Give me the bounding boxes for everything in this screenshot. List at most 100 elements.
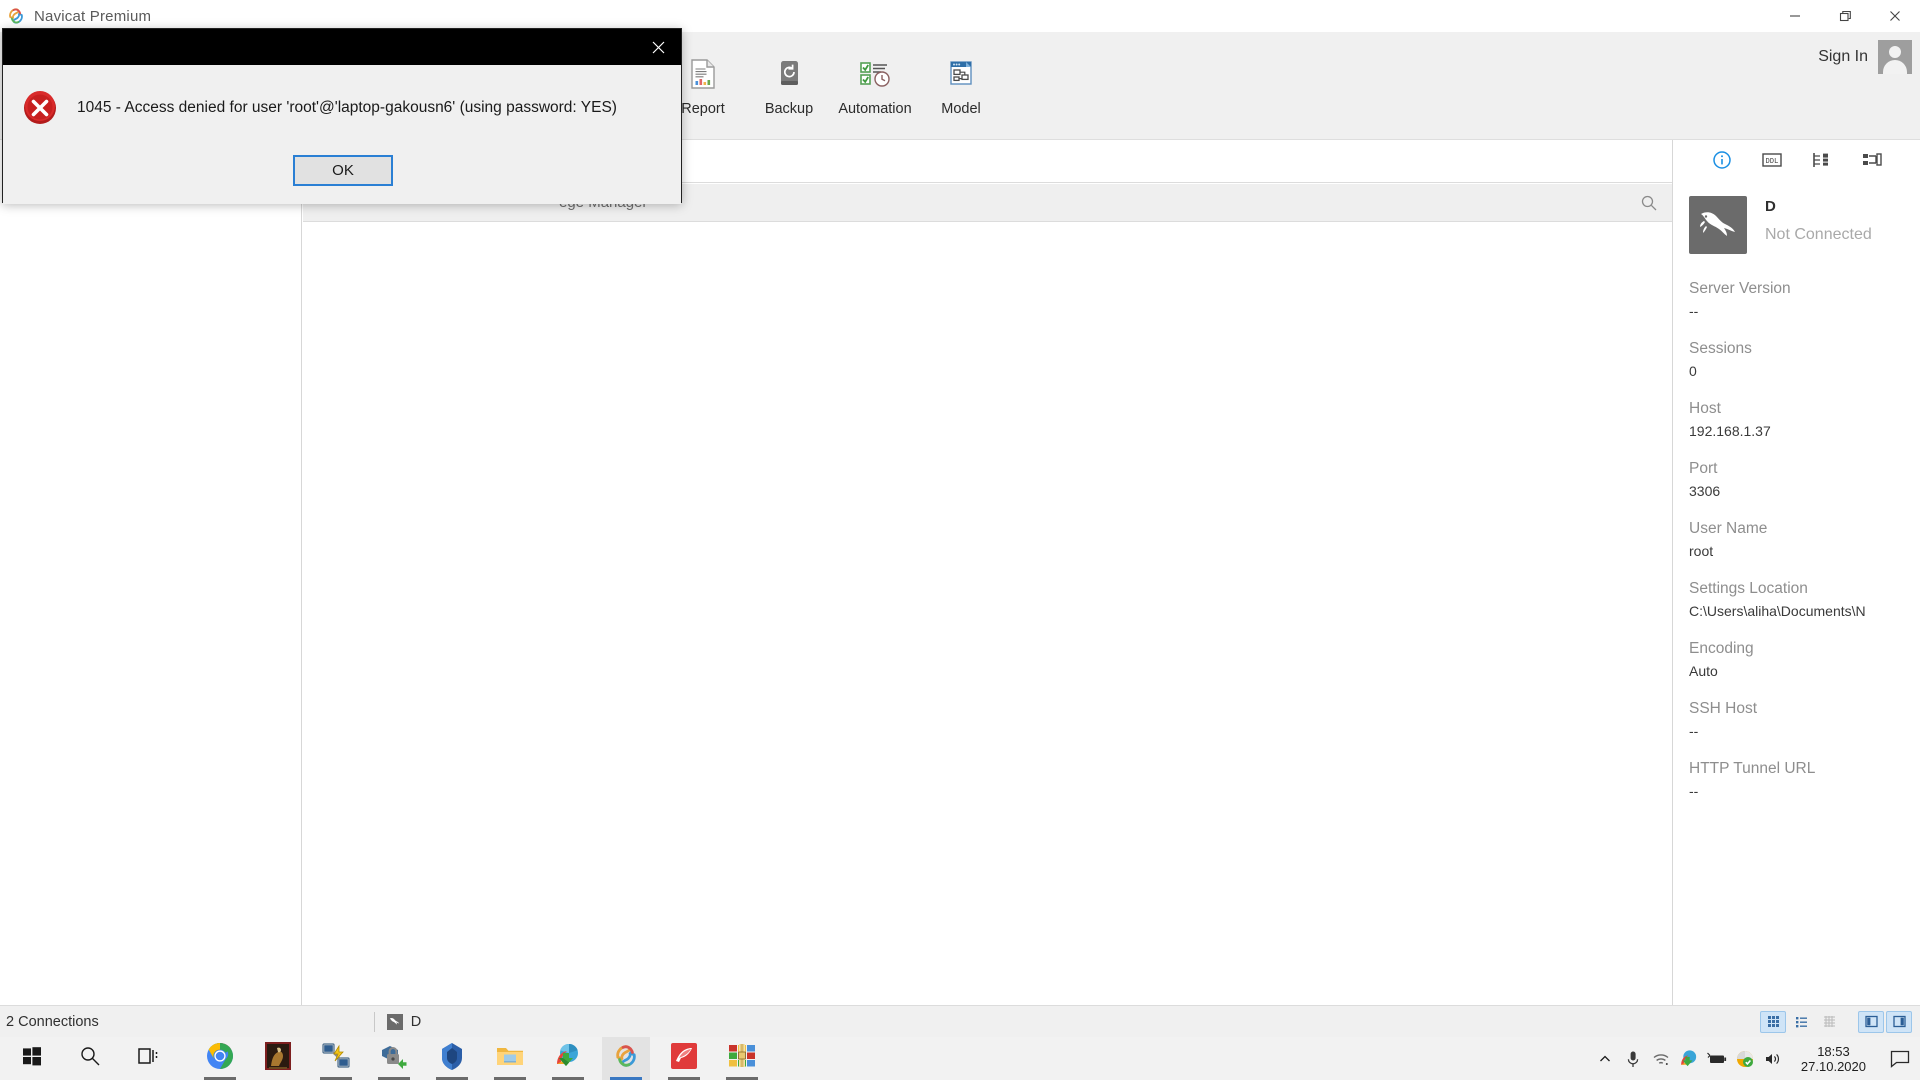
network-tool-taskbar-item[interactable] — [312, 1037, 360, 1080]
xmind-taskbar-item[interactable] — [660, 1037, 708, 1080]
taskbar-clock[interactable]: 18:53 27.10.2020 — [1801, 1044, 1866, 1074]
ribbon-label-report: Report — [681, 101, 725, 117]
ribbon-button-backup[interactable]: Backup — [746, 50, 832, 128]
list-view-toggle[interactable] — [1788, 1011, 1814, 1033]
chrome-taskbar-item[interactable] — [196, 1037, 244, 1080]
windows-start-icon — [22, 1046, 42, 1071]
window-title: Navicat Premium — [34, 7, 152, 25]
info-key: HTTP Tunnel URL — [1689, 760, 1816, 777]
info-value: -- — [1689, 723, 1699, 739]
signin-label[interactable]: Sign In — [1818, 48, 1868, 66]
network-tool-icon — [322, 1042, 350, 1075]
backup-icon — [774, 56, 804, 92]
ddl-icon[interactable]: DDL — [1761, 149, 1783, 171]
objects-tree-icon[interactable] — [1811, 149, 1833, 171]
info-key: SSH Host — [1689, 700, 1758, 717]
wifi-icon[interactable] — [1647, 1037, 1675, 1080]
clock-date: 27.10.2020 — [1800, 1058, 1866, 1074]
winrar-taskbar-item[interactable] — [718, 1037, 766, 1080]
secure-transfer-taskbar-item[interactable] — [370, 1037, 418, 1080]
info-key: Encoding — [1689, 640, 1754, 657]
info-key: Host — [1689, 400, 1721, 417]
info-row: SSH Host -- — [1689, 698, 1920, 742]
navicat-taskbar-item[interactable] — [602, 1037, 650, 1080]
system-tray: 18:53 27.10.2020 — [1591, 1037, 1920, 1080]
start-button[interactable] — [8, 1037, 56, 1080]
dialog-body: 1045 - Access denied for user 'root'@'la… — [3, 65, 681, 204]
info-value: 0 — [1689, 363, 1697, 379]
info-value: C:\Users\aliha\Documents\N — [1689, 603, 1866, 619]
speaker-icon[interactable] — [1759, 1037, 1787, 1080]
info-row: Sessions 0 — [1689, 338, 1920, 382]
ribbon-button-automation[interactable]: Automation — [832, 50, 918, 128]
connection-navigation-pane[interactable] — [0, 140, 302, 1005]
idm-globe-icon[interactable] — [1675, 1037, 1703, 1080]
close-button[interactable] — [1870, 0, 1920, 32]
action-center-icon[interactable] — [1880, 1037, 1920, 1080]
status-active-connection[interactable]: D — [386, 1013, 422, 1030]
left-pane-toggle[interactable] — [1858, 1010, 1884, 1033]
info-pane: DDL D Not Connected Server Version -- Se… — [1672, 140, 1920, 1005]
connection-status: Not Connected — [1765, 226, 1872, 243]
right-pane-toggle[interactable] — [1886, 1010, 1912, 1033]
dialog-title-bar — [3, 29, 681, 65]
navicat-main-window: Navicat Premium Sign In Report Backup Au… — [0, 0, 1920, 1005]
info-pane-tabs: DDL — [1673, 140, 1920, 174]
info-key: Port — [1689, 460, 1718, 477]
minimize-button[interactable] — [1770, 0, 1820, 32]
chrome-icon — [206, 1042, 234, 1075]
file-explorer-taskbar-item[interactable] — [486, 1037, 534, 1080]
battery-icon[interactable] — [1703, 1037, 1731, 1080]
error-cross-icon — [21, 89, 59, 127]
ribbon-label-automation: Automation — [838, 101, 912, 117]
blue-diamond-taskbar-item[interactable] — [428, 1037, 476, 1080]
restore-button[interactable] — [1820, 0, 1870, 32]
dialog-message-row: 1045 - Access denied for user 'root'@'la… — [3, 65, 681, 127]
dialog-message: 1045 - Access denied for user 'root'@'la… — [77, 99, 617, 116]
view-toggle-group — [1760, 1010, 1912, 1033]
ribbon-items: Report Backup Automation Model — [660, 50, 1004, 136]
search-icon[interactable] — [1640, 194, 1658, 212]
task-view-button[interactable] — [124, 1037, 172, 1080]
detail-view-toggle[interactable] — [1816, 1011, 1842, 1033]
status-bar: 2 Connections D — [0, 1005, 1920, 1037]
windows-taskbar: 18:53 27.10.2020 — [0, 1037, 1920, 1080]
info-row: Settings Location C:\Users\aliha\Documen… — [1689, 578, 1920, 622]
navicat-logo-icon — [612, 1042, 640, 1075]
avatar[interactable] — [1878, 40, 1912, 74]
object-list-area[interactable] — [303, 223, 1672, 1005]
ribbon-button-model[interactable]: Model — [918, 50, 1004, 128]
error-dialog: 1045 - Access denied for user 'root'@'la… — [2, 28, 682, 204]
info-value: root — [1689, 543, 1714, 559]
connection-header: D Not Connected — [1673, 174, 1920, 254]
info-key: User Name — [1689, 520, 1768, 537]
info-row: Port 3306 — [1689, 458, 1920, 502]
idm-globe-icon — [554, 1042, 582, 1075]
signin-area[interactable]: Sign In — [1818, 40, 1912, 74]
navicat-logo-icon — [6, 6, 26, 26]
info-value: 3306 — [1689, 483, 1721, 499]
mysql-dolphin-icon — [1689, 196, 1747, 254]
chevron-up-icon[interactable] — [1591, 1037, 1619, 1080]
winrar-books-icon — [728, 1043, 756, 1074]
grid-view-toggle[interactable] — [1760, 1010, 1786, 1033]
info-value: 192.168.1.37 — [1689, 423, 1771, 439]
info-circle-icon[interactable] — [1711, 149, 1733, 171]
ok-button[interactable]: OK — [293, 155, 393, 186]
info-value: -- — [1689, 783, 1699, 799]
blue-diamond-icon — [439, 1042, 465, 1075]
relations-icon[interactable] — [1861, 149, 1883, 171]
game-artwork-icon — [265, 1042, 291, 1075]
idm-taskbar-item[interactable] — [544, 1037, 592, 1080]
close-icon[interactable] — [635, 29, 681, 65]
status-connection-label: D — [410, 1013, 422, 1030]
content-pane: ege Manager — [303, 140, 1672, 1005]
model-icon — [946, 56, 976, 92]
search-button[interactable] — [66, 1037, 114, 1080]
microphone-icon[interactable] — [1619, 1037, 1647, 1080]
lock-arrow-icon — [380, 1042, 408, 1075]
red-arrow-icon — [671, 1043, 697, 1074]
info-value: -- — [1689, 303, 1699, 319]
game-taskbar-item[interactable] — [254, 1037, 302, 1080]
security-check-icon[interactable] — [1731, 1037, 1759, 1080]
